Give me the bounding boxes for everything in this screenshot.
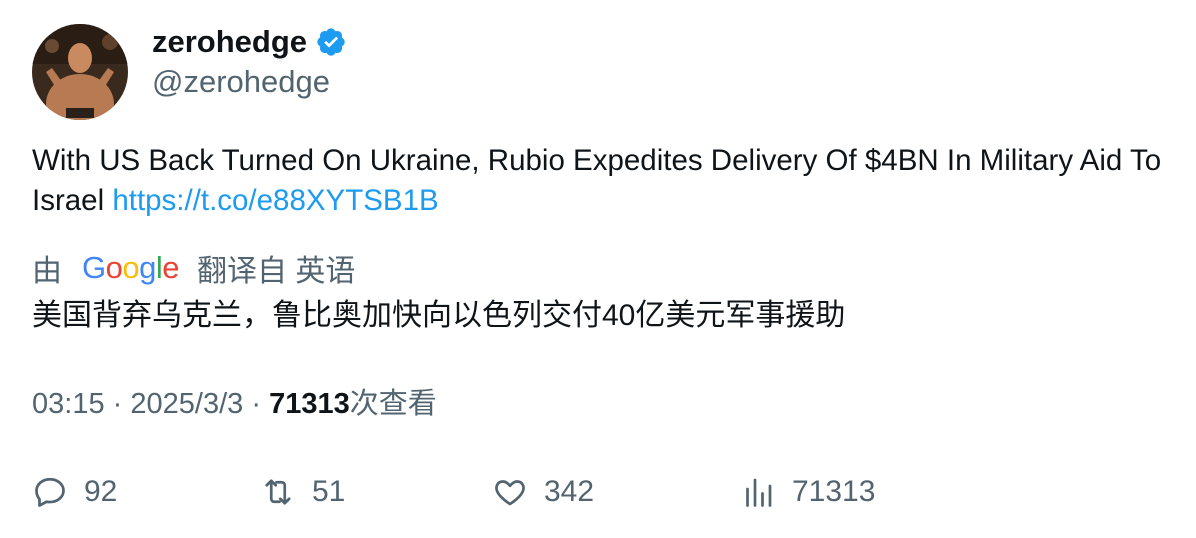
tweet-text: With US Back Turned On Ukraine, Rubio Ex… <box>32 141 1172 221</box>
translation-prefix: 由 <box>32 255 62 288</box>
retweet-button[interactable]: 51 <box>260 470 345 514</box>
views-icon <box>746 478 772 507</box>
author-handle[interactable]: @zerohedge <box>152 62 330 102</box>
tweet-date[interactable]: 2025/3/3 <box>130 388 243 420</box>
translated-text: 美国背弃乌克兰，鲁比奥加快向以色列交付40亿美元军事援助 <box>32 299 846 332</box>
tweet-link[interactable]: https://t.co/e88XYTSB1B <box>112 184 438 217</box>
action-bar: 92 51 342 71313 <box>32 470 932 514</box>
views-label: 次查看 <box>349 388 437 420</box>
views-action-count: 71313 <box>792 475 876 508</box>
avatar[interactable] <box>32 24 128 120</box>
author-display-name-row[interactable]: zerohedge <box>152 22 347 62</box>
views-button[interactable]: 71313 <box>740 470 875 514</box>
like-count: 342 <box>544 475 595 508</box>
author-display-name[interactable]: zerohedge <box>152 22 307 62</box>
reply-icon <box>35 477 65 507</box>
views-count: 71313 <box>269 388 350 420</box>
reply-button[interactable]: 92 <box>32 470 117 514</box>
translation-attribution: 由 Google 翻译自 英语 <box>32 246 355 290</box>
verified-badge-icon <box>315 26 347 58</box>
retweet-count: 51 <box>312 475 346 508</box>
tweet-meta: 03:15 · 2025/3/3 · 71313次查看 <box>32 384 437 424</box>
translation-suffix: 翻译自 英语 <box>197 255 356 288</box>
like-button[interactable]: 342 <box>492 470 594 514</box>
like-icon <box>495 480 525 506</box>
retweet-icon <box>265 479 291 505</box>
google-logo[interactable]: Google <box>82 250 180 286</box>
reply-count: 92 <box>84 475 118 508</box>
meta-separator: · <box>112 388 123 420</box>
meta-separator-2: · <box>251 388 261 420</box>
tweet-time[interactable]: 03:15 <box>32 388 105 420</box>
